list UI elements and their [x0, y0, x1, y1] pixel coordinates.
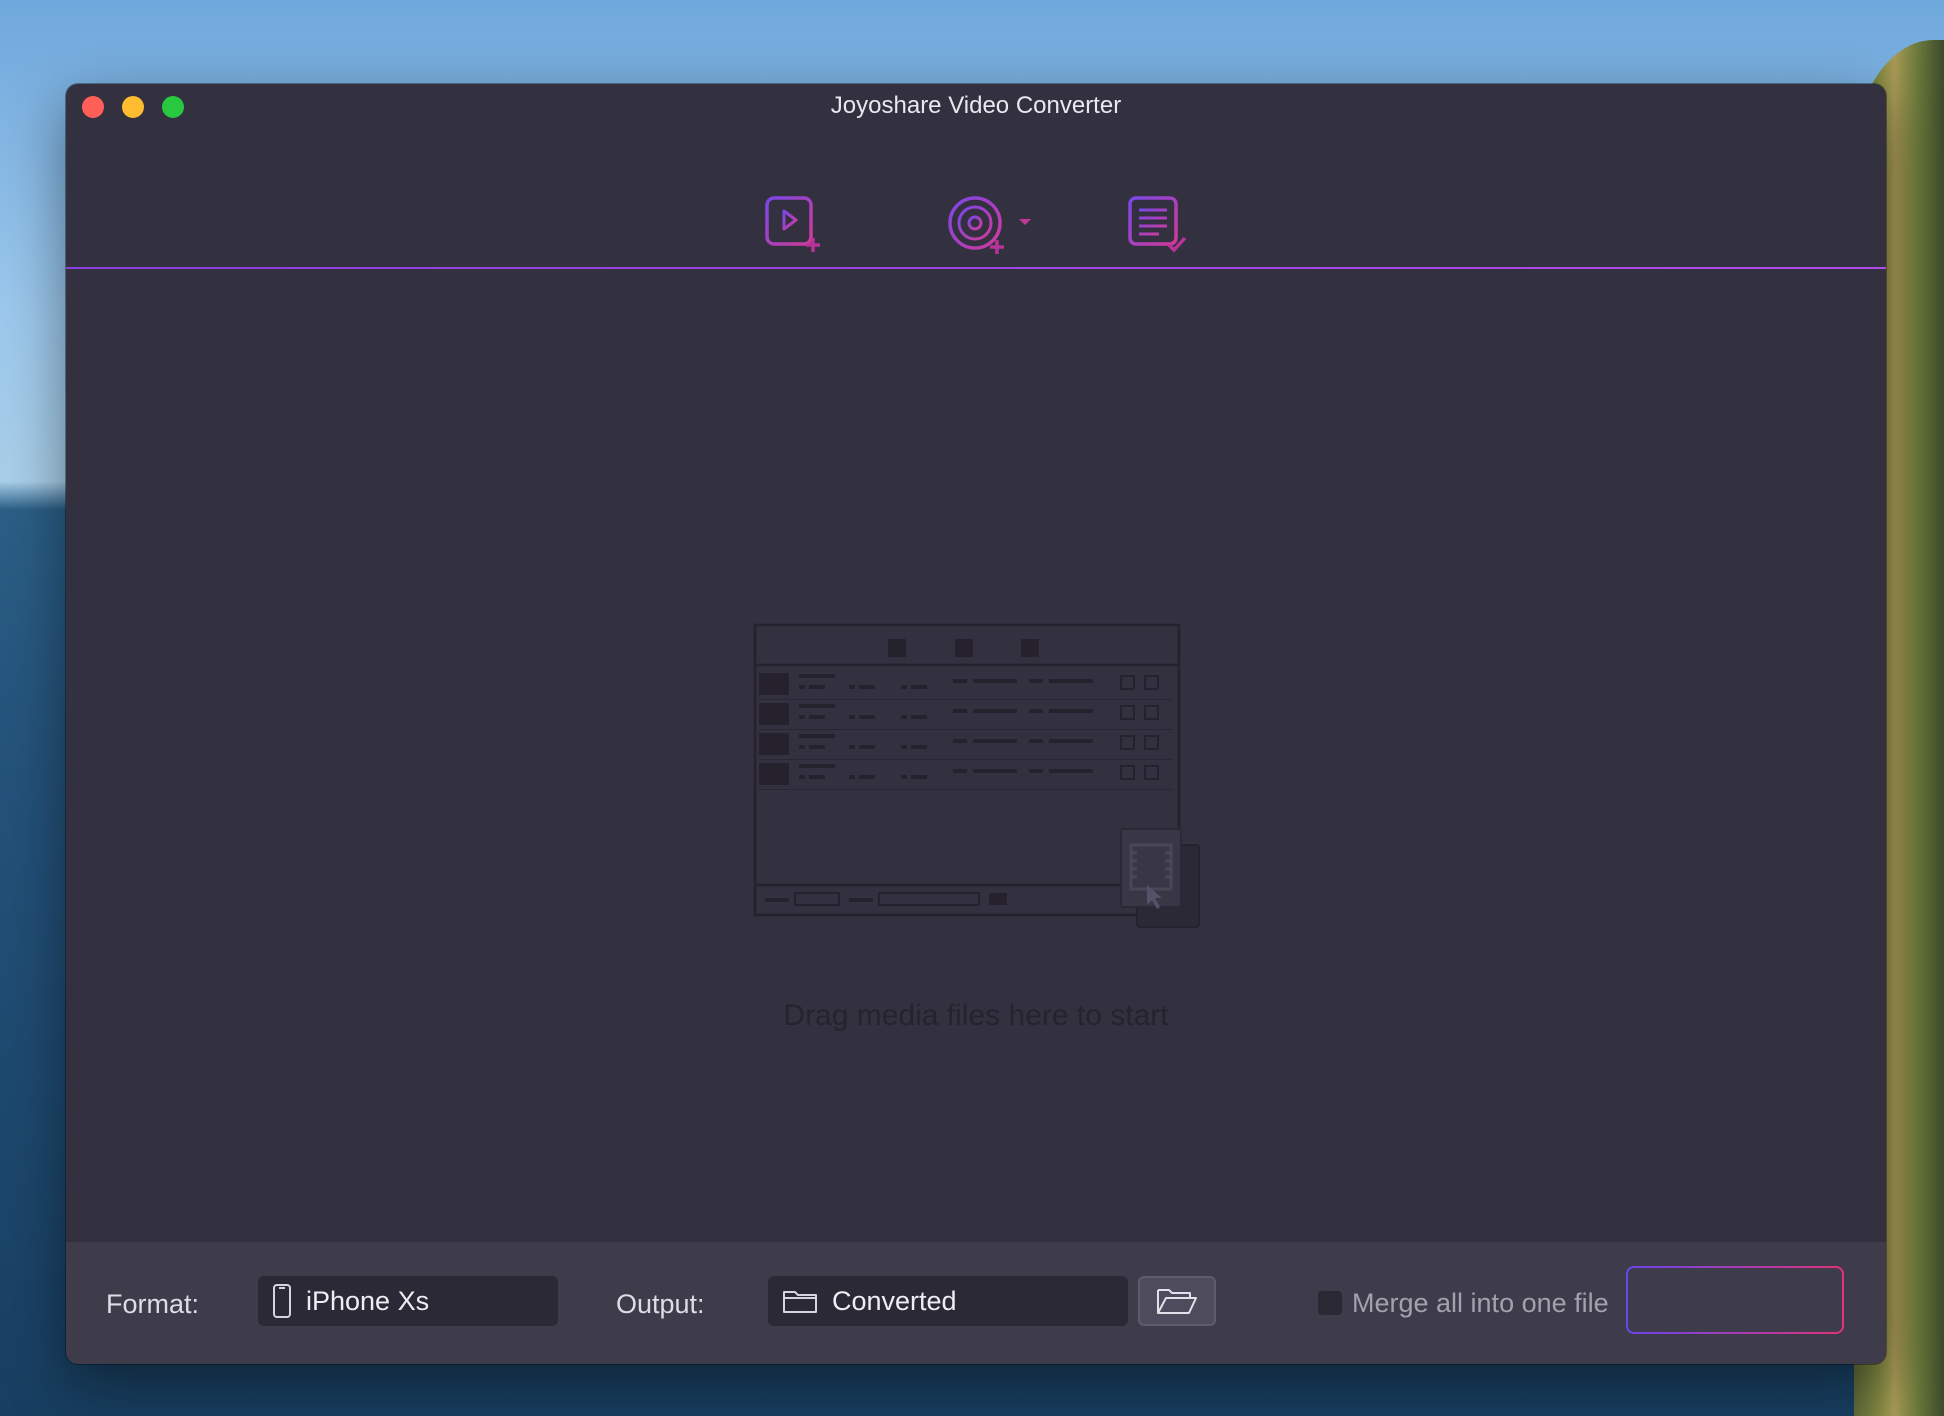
- open-folder-icon: [1157, 1289, 1197, 1314]
- drop-zone[interactable]: Drag media files here to start: [66, 227, 1886, 1242]
- output-folder-field[interactable]: Converted: [768, 1276, 1128, 1326]
- app-window: Joyoshare Video Converter Drag media fil…: [66, 84, 1886, 1364]
- merge-label[interactable]: Merge all into one file: [1352, 1288, 1609, 1319]
- format-selector[interactable]: iPhone Xs: [258, 1276, 558, 1326]
- phone-icon: [272, 1283, 292, 1319]
- drop-illustration-icon: [753, 623, 1200, 928]
- folder-icon: [782, 1288, 818, 1314]
- output-label: Output:: [616, 1289, 705, 1319]
- bottom-bar: Format: iPhone Xs Output: Converted Merg…: [66, 1242, 1886, 1364]
- convert-button[interactable]: [1626, 1266, 1844, 1334]
- browse-folder-button[interactable]: [1138, 1276, 1216, 1326]
- title-bar: Joyoshare Video Converter: [66, 84, 1886, 126]
- drop-hint-text: Drag media files here to start: [783, 999, 1169, 1032]
- format-value: iPhone Xs: [306, 1285, 430, 1316]
- merge-checkbox[interactable]: [1318, 1291, 1342, 1315]
- output-value: Converted: [832, 1285, 957, 1316]
- window-title: Joyoshare Video Converter: [830, 92, 1122, 119]
- format-label: Format:: [106, 1289, 200, 1319]
